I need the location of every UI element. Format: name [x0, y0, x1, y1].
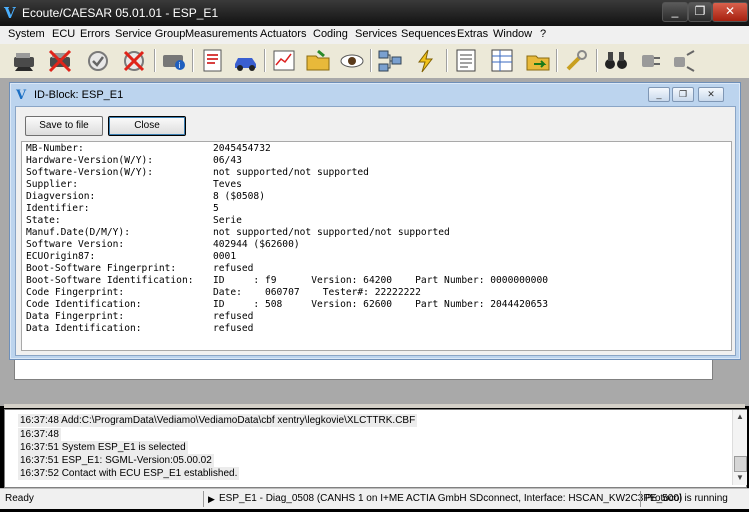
report-key: Hardware-Version(W/Y): — [26, 155, 154, 166]
report-key: Software-Version(W/Y): — [26, 167, 154, 178]
log-line: 16:37:48 — [18, 428, 61, 441]
log-line: 16:37:51 System ESP_E1 is selected — [18, 441, 188, 454]
report-value: ID : 508 Version: 62600 Part Number: 204… — [213, 299, 549, 310]
menu-help[interactable]: ? — [540, 28, 546, 40]
menu-system[interactable]: System — [8, 28, 45, 40]
report-key: Software Version: — [26, 239, 125, 250]
report-value: 0001 — [213, 251, 237, 262]
report-key: State: — [26, 215, 61, 226]
report-key: Manuf.Date(D/M/Y): — [26, 227, 130, 238]
report-key: Diagversion: — [26, 191, 96, 202]
unplug-icon[interactable] — [670, 47, 698, 74]
report-key: Data Identification: — [26, 323, 142, 334]
report-key: ECUOrigin87: — [26, 251, 96, 262]
menu-extras[interactable]: Extras — [457, 28, 488, 40]
device-info-icon[interactable]: i — [160, 47, 188, 74]
ecu-connect-icon[interactable] — [10, 47, 38, 74]
report-value: 2045454732 — [213, 143, 271, 154]
document-list-icon[interactable] — [452, 47, 480, 74]
status-ready: Ready — [5, 493, 34, 504]
menu-service-group[interactable]: Service Group — [115, 28, 185, 40]
scroll-down-icon[interactable]: ▼ — [733, 471, 747, 485]
report-value: 402944 ($62600) — [213, 239, 300, 250]
report-value: refused — [213, 263, 254, 274]
car-icon[interactable] — [232, 47, 260, 74]
report-key: Data Fingerprint: — [26, 311, 125, 322]
status-protocol: Protocol is running — [645, 493, 728, 504]
menu-bar: System ECU Errors Service Group Measurem… — [0, 26, 749, 45]
connection-icon: ▶ — [208, 494, 215, 504]
report-value: 5 — [213, 203, 219, 214]
disconnect-icon[interactable] — [120, 47, 148, 74]
view-eye-icon[interactable] — [338, 47, 366, 74]
report-value: ID : f9 Version: 64200 Part Number: 0000… — [213, 275, 549, 286]
menu-sequences[interactable]: Sequences — [401, 28, 456, 40]
child-body: Save to file Close MB-Number: 2045454732 … — [15, 106, 736, 356]
save-to-file-button[interactable]: Save to file — [25, 116, 103, 136]
report-value: refused — [213, 311, 254, 322]
close-window-button[interactable]: ✕ — [712, 2, 748, 22]
open-folder-icon[interactable] — [304, 47, 332, 74]
scroll-thumb[interactable] — [734, 456, 747, 472]
ecu-disconnect-icon[interactable] — [46, 47, 74, 74]
menu-actuators[interactable]: Actuators — [260, 28, 306, 40]
grid-report-icon[interactable] — [488, 47, 516, 74]
toolbar: i — [0, 44, 749, 79]
status-bar: Ready ▶ ESP_E1 - Diag_0508 (CANHS 1 on I… — [0, 488, 749, 509]
app-logo-icon: V — [4, 4, 16, 22]
network-icon[interactable] — [376, 47, 404, 74]
binoculars-icon[interactable] — [602, 47, 630, 74]
log-splitter[interactable] — [4, 404, 745, 408]
log-scrollbar[interactable]: ▲ ▼ — [732, 410, 747, 485]
id-block-window: V ID-Block: ESP_E1 _ ❐ ✕ Save to file Cl… — [9, 82, 741, 360]
report-value: 06/43 — [213, 155, 242, 166]
tools-icon[interactable] — [562, 47, 590, 74]
title-bar: V Ecoute/CAESAR 05.01.01 - ESP_E1 _ ❐ ✕ — [0, 0, 749, 26]
id-block-report[interactable]: MB-Number: 2045454732 Hardware-Version(W/… — [21, 141, 732, 351]
refresh-icon[interactable] — [84, 47, 112, 74]
report-key: Boot-Software Identification: — [26, 275, 194, 286]
child-logo-icon: V — [16, 88, 27, 103]
menu-errors[interactable]: Errors — [80, 28, 110, 40]
log-line: 16:37:52 Contact with ECU ESP_E1 establi… — [18, 467, 240, 480]
child-window-title: ID-Block: ESP_E1 — [34, 89, 124, 101]
report-key: Code Identification: — [26, 299, 142, 310]
report-key: MB-Number: — [26, 143, 84, 154]
menu-services[interactable]: Services — [355, 28, 397, 40]
menu-ecu[interactable]: ECU — [52, 28, 75, 40]
window-title: Ecoute/CAESAR 05.01.01 - ESP_E1 — [22, 6, 219, 20]
report-key: Identifier: — [26, 203, 90, 214]
report-value: not supported/not supported — [213, 167, 369, 178]
report-value: Teves — [213, 179, 242, 190]
log-line: 16:37:51 ESP_E1: SGML-Version:05.00.02 — [18, 454, 214, 467]
child-minimize-button[interactable]: _ — [648, 87, 670, 102]
log-line: 16:37:48 Add:C:\ProgramData\Vediamo\Vedi… — [18, 414, 418, 427]
svg-text:i: i — [179, 61, 181, 70]
report-value: not supported/not supported/not supporte… — [213, 227, 450, 238]
child-close-button[interactable]: ✕ — [698, 87, 724, 102]
report-value: refused — [213, 323, 254, 334]
log-panel[interactable]: 16:37:48 Add:C:\ProgramData\Vediamo\Vedi… — [4, 409, 747, 488]
menu-measurements[interactable]: Measurements — [185, 28, 258, 40]
close-button[interactable]: Close — [108, 116, 186, 136]
folder-export-icon[interactable] — [524, 47, 552, 74]
plug-icon[interactable] — [636, 47, 664, 74]
report-value: Date: 060707 Tester#: 22222222 — [213, 287, 421, 298]
child-restore-button[interactable]: ❐ — [672, 87, 694, 102]
status-connection: ESP_E1 - Diag_0508 (CANHS 1 on I+ME ACTI… — [219, 493, 683, 504]
child-title-bar: V ID-Block: ESP_E1 _ ❐ ✕ — [10, 83, 740, 106]
menu-coding[interactable]: Coding — [313, 28, 348, 40]
report-key: Code Fingerprint: — [26, 287, 125, 298]
report-key: Supplier: — [26, 179, 78, 190]
report-value: Serie — [213, 215, 242, 226]
measurement-chart-icon[interactable] — [270, 47, 298, 74]
restore-button[interactable]: ❐ — [688, 2, 712, 22]
scroll-up-icon[interactable]: ▲ — [733, 410, 747, 424]
report-key: Boot-Software Fingerprint: — [26, 263, 177, 274]
report-icon[interactable] — [198, 47, 226, 74]
minimize-button[interactable]: _ — [662, 2, 688, 22]
report-value: 8 ($0508) — [213, 191, 265, 202]
flash-icon[interactable] — [412, 47, 440, 74]
menu-window[interactable]: Window — [493, 28, 532, 40]
